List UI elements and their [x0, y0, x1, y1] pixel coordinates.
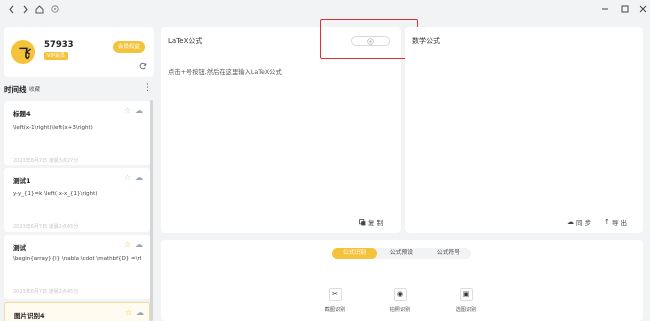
crop-icon: ✂ [328, 288, 342, 301]
copy-label: 复 制 [368, 219, 384, 227]
list-item[interactable]: 测试1 ☆ ☁ y-y_{1}=k \left( x-x_{1}\right) … [4, 168, 150, 232]
note-title: 标题4 [13, 110, 31, 118]
title-bar [0, 0, 650, 20]
export-label: 导 出 [611, 219, 627, 227]
note-formula: y-y_{1}=k \left( x-x_{1}\right) [13, 191, 98, 197]
star-icon[interactable]: ☆ [124, 107, 131, 115]
sync-button[interactable]: ☁ 同 步 [567, 217, 591, 227]
user-card: 飞 57933 VIP会员 会员权益 [4, 27, 154, 77]
math-preview-panel: 数学公式 ☁ 同 步 ↑ 导 出 [405, 27, 643, 233]
latex-label: LaTeX公式 [168, 37, 203, 45]
home-icon[interactable] [34, 2, 44, 16]
photo-recognize-button[interactable]: ◉ 拍照识别 [385, 288, 415, 313]
recognition-panel: 公式识别 公式预设 公式符号 ✂ 截图识别 ◉ 拍照识别 ▣ 选图识别 [161, 240, 643, 321]
scrollbar[interactable] [150, 100, 153, 321]
tab-formula-symbols[interactable]: 公式符号 [426, 248, 471, 259]
cloud-icon: ☁ [567, 218, 574, 226]
note-time: 2023年6月7日 凌晨2点45分 [13, 224, 79, 230]
cloud-icon[interactable]: ☁ [135, 241, 143, 249]
member-benefits-button[interactable]: 会员权益 [113, 41, 146, 53]
note-formula: \left(x-1\right)\left(x+3\right) [13, 125, 93, 131]
copy-button[interactable]: 复 制 [359, 217, 383, 227]
tab-formula-presets[interactable]: 公式预设 [379, 248, 424, 259]
chevron-left-icon[interactable] [6, 2, 16, 16]
note-list: 标题4 ☆ ☁ \left(x-1\right)\left(x+3\right)… [4, 97, 150, 321]
tool-label: 拍照识别 [389, 307, 411, 313]
close-icon[interactable] [638, 2, 648, 16]
user-name: 57933 [44, 40, 74, 50]
star-icon[interactable]: ☆ [124, 174, 131, 182]
timeline-title[interactable]: 时间线 [4, 84, 27, 95]
vip-badge: VIP会员 [44, 52, 68, 60]
screenshot-recognize-button[interactable]: ✂ 截图识别 [320, 288, 350, 313]
cloud-icon[interactable]: ☁ [135, 174, 143, 182]
chevron-right-icon[interactable] [20, 2, 30, 16]
more-vertical-icon[interactable]: ⋮ [143, 83, 152, 93]
note-title: 测试 [13, 244, 26, 252]
tab-bar: 公式识别 公式预设 公式符号 [332, 248, 471, 259]
star-filled-icon[interactable]: ☆ [125, 309, 132, 317]
tool-label: 截图识别 [324, 307, 346, 313]
info-icon[interactable] [50, 2, 60, 16]
copy-icon [359, 218, 366, 225]
tab-formula-recognition[interactable]: 公式识别 [332, 248, 377, 259]
maximize-icon[interactable] [620, 2, 630, 16]
favorites-tab[interactable]: 收藏 [29, 85, 40, 93]
list-item[interactable]: 图片识别4 ☆ ☁ [4, 302, 150, 321]
note-time: 2023年6月7日 凌晨3点27分 [13, 158, 79, 164]
note-title: 图片识别4 [14, 312, 45, 320]
math-label: 数学公式 [412, 37, 440, 45]
app-window: 飞 57933 VIP会员 会员权益 时间线 收藏 ⋮ 标题4 ☆ ☁ \lef… [0, 0, 650, 321]
timeline-header: 时间线 收藏 ⋮ [4, 83, 154, 96]
editor-hint: 点击+号按钮,然后在这里输入LaTeX公式 [168, 69, 282, 76]
arrow-up-icon: ↑ [604, 218, 610, 226]
note-time: 2023年6月7日 凌晨2点45分 [13, 289, 79, 295]
refresh-icon[interactable] [139, 62, 147, 70]
sync-label: 同 步 [576, 219, 592, 227]
image-recognize-button[interactable]: ▣ 选图识别 [451, 288, 481, 313]
avatar[interactable]: 飞 [11, 40, 35, 64]
star-filled-icon[interactable]: ☆ [124, 241, 131, 249]
list-item[interactable]: 测试 ☆ ☁ \begin{array}{l} \nabla \cdot \ma… [4, 235, 150, 299]
cloud-icon[interactable]: ☁ [136, 309, 144, 317]
highlight-box [320, 19, 418, 59]
cloud-icon[interactable]: ☁ [135, 107, 143, 115]
camera-icon: ◉ [393, 288, 407, 301]
export-button[interactable]: ↑ 导 出 [604, 217, 627, 227]
list-item[interactable]: 标题4 ☆ ☁ \left(x-1\right)\left(x+3\right)… [4, 101, 150, 165]
note-title: 测试1 [13, 177, 31, 185]
tool-label: 选图识别 [455, 307, 477, 313]
image-icon: ▣ [459, 288, 473, 301]
minimize-icon[interactable] [600, 2, 610, 16]
note-formula: \begin{array}{l} \nabla \cdot \mathbf{D}… [13, 256, 141, 262]
